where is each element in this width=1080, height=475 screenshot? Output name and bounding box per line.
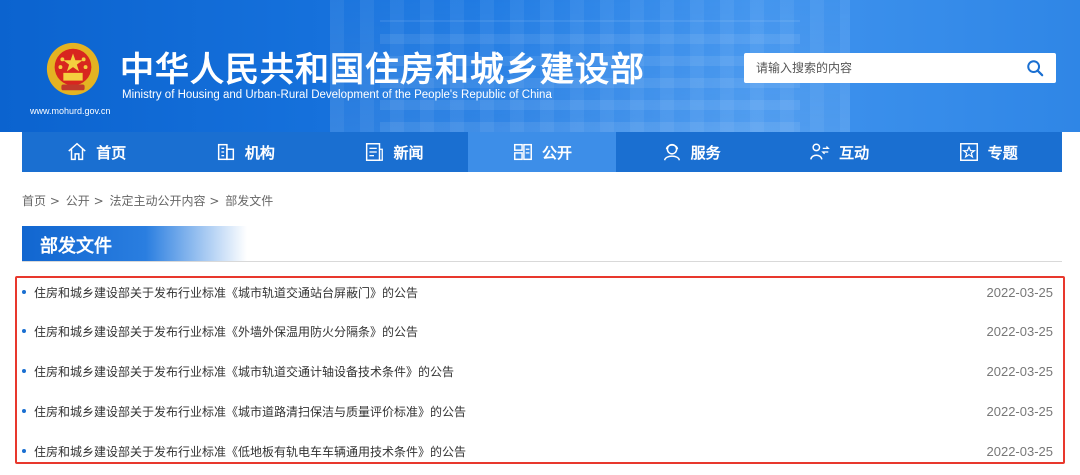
document-date: 2022-03-25 <box>986 363 1054 379</box>
nav-item-disclosure[interactable]: 公开 <box>467 132 617 172</box>
news-icon <box>366 143 384 161</box>
nav-item-label: 互动 <box>839 143 870 162</box>
nav-item-home[interactable]: 首页 <box>22 132 171 172</box>
nav-item-label: 专题 <box>987 143 1018 162</box>
breadcrumb-home[interactable]: 首页 <box>22 194 46 208</box>
home-icon <box>68 142 87 161</box>
nav-item-topics[interactable]: 专题 <box>913 132 1062 172</box>
list-item: 住房和城乡建设部关于发布行业标准《城市道路清扫保洁与质量评价标准》的公告 202… <box>17 401 1063 421</box>
document-title-link[interactable]: 住房和城乡建设部关于发布行业标准《城市道路清扫保洁与质量评价标准》的公告 <box>34 403 466 420</box>
list-item: 住房和城乡建设部关于发布行业标准《低地板有轨电车车辆通用技术条件》的公告 202… <box>17 441 1063 461</box>
search-input[interactable] <box>744 53 1014 83</box>
document-date: 2022-03-25 <box>986 443 1054 459</box>
site-title-cn[interactable]: 中华人民共和国住房和城乡建设部 <box>120 42 645 91</box>
document-list: 住房和城乡建设部关于发布行业标准《城市轨道交通站台屏蔽门》的公告 2022-03… <box>15 276 1065 464</box>
document-date: 2022-03-25 <box>986 403 1054 419</box>
breadcrumb-separator: > <box>49 194 60 208</box>
breadcrumb-department-documents[interactable]: 部发文件 <box>225 194 273 208</box>
document-title-link[interactable]: 住房和城乡建设部关于发布行业标准《低地板有轨电车车辆通用技术条件》的公告 <box>34 443 466 460</box>
bullet-icon <box>22 329 26 333</box>
site-title-en: Ministry of Housing and Urban-Rural Deve… <box>122 89 552 101</box>
search-icon[interactable] <box>1026 59 1044 77</box>
list-item: 住房和城乡建设部关于发布行业标准《城市轨道交通计轴设备技术条件》的公告 2022… <box>17 361 1063 381</box>
nav-item-label: 首页 <box>96 143 127 162</box>
star-icon <box>959 143 978 161</box>
nav-item-label: 公开 <box>542 143 573 162</box>
list-item: 住房和城乡建设部关于发布行业标准《外墙外保温用防火分隔条》的公告 2022-03… <box>17 321 1063 341</box>
section-title: 部发文件 <box>22 226 247 261</box>
nav-item-label: 新闻 <box>393 143 424 162</box>
bullet-icon <box>22 290 26 294</box>
disclosure-icon <box>514 143 532 161</box>
section-header: 部发文件 <box>22 226 1062 262</box>
breadcrumb: 首页 > 公开 > 法定主动公开内容 > 部发文件 <box>22 192 273 209</box>
nav-item-label: 机构 <box>244 143 275 162</box>
document-title-link[interactable]: 住房和城乡建设部关于发布行业标准《城市轨道交通站台屏蔽门》的公告 <box>34 284 418 301</box>
service-icon <box>663 143 680 161</box>
main-nav: 首页 机构 新闻 公开 服务 互动 专题 <box>22 132 1062 172</box>
building-icon <box>217 143 234 161</box>
list-item: 住房和城乡建设部关于发布行业标准《城市轨道交通站台屏蔽门》的公告 2022-03… <box>17 282 1063 302</box>
document-date: 2022-03-25 <box>986 284 1054 300</box>
document-title-link[interactable]: 住房和城乡建设部关于发布行业标准《城市轨道交通计轴设备技术条件》的公告 <box>34 363 454 380</box>
breadcrumb-statutory-content[interactable]: 法定主动公开内容 <box>109 194 205 208</box>
nav-item-interaction[interactable]: 互动 <box>765 132 914 172</box>
breadcrumb-disclosure[interactable]: 公开 <box>66 194 90 208</box>
breadcrumb-separator: > <box>209 194 220 208</box>
header-banner: www.mohurd.gov.cn 中华人民共和国住房和城乡建设部 Minist… <box>0 0 1080 132</box>
site-url: www.mohurd.gov.cn <box>30 106 111 116</box>
document-date: 2022-03-25 <box>986 323 1054 339</box>
nav-item-label: 服务 <box>690 143 721 162</box>
search-box <box>744 53 1056 83</box>
breadcrumb-separator: > <box>93 194 104 208</box>
national-emblem-icon <box>46 42 100 96</box>
nav-item-organization[interactable]: 机构 <box>171 132 320 172</box>
nav-item-service[interactable]: 服务 <box>616 132 765 172</box>
document-title-link[interactable]: 住房和城乡建设部关于发布行业标准《外墙外保温用防火分隔条》的公告 <box>34 323 418 340</box>
bullet-icon <box>22 409 26 413</box>
nav-item-news[interactable]: 新闻 <box>319 132 468 172</box>
interaction-icon <box>810 143 830 160</box>
bullet-icon <box>22 369 26 373</box>
bullet-icon <box>22 449 26 453</box>
